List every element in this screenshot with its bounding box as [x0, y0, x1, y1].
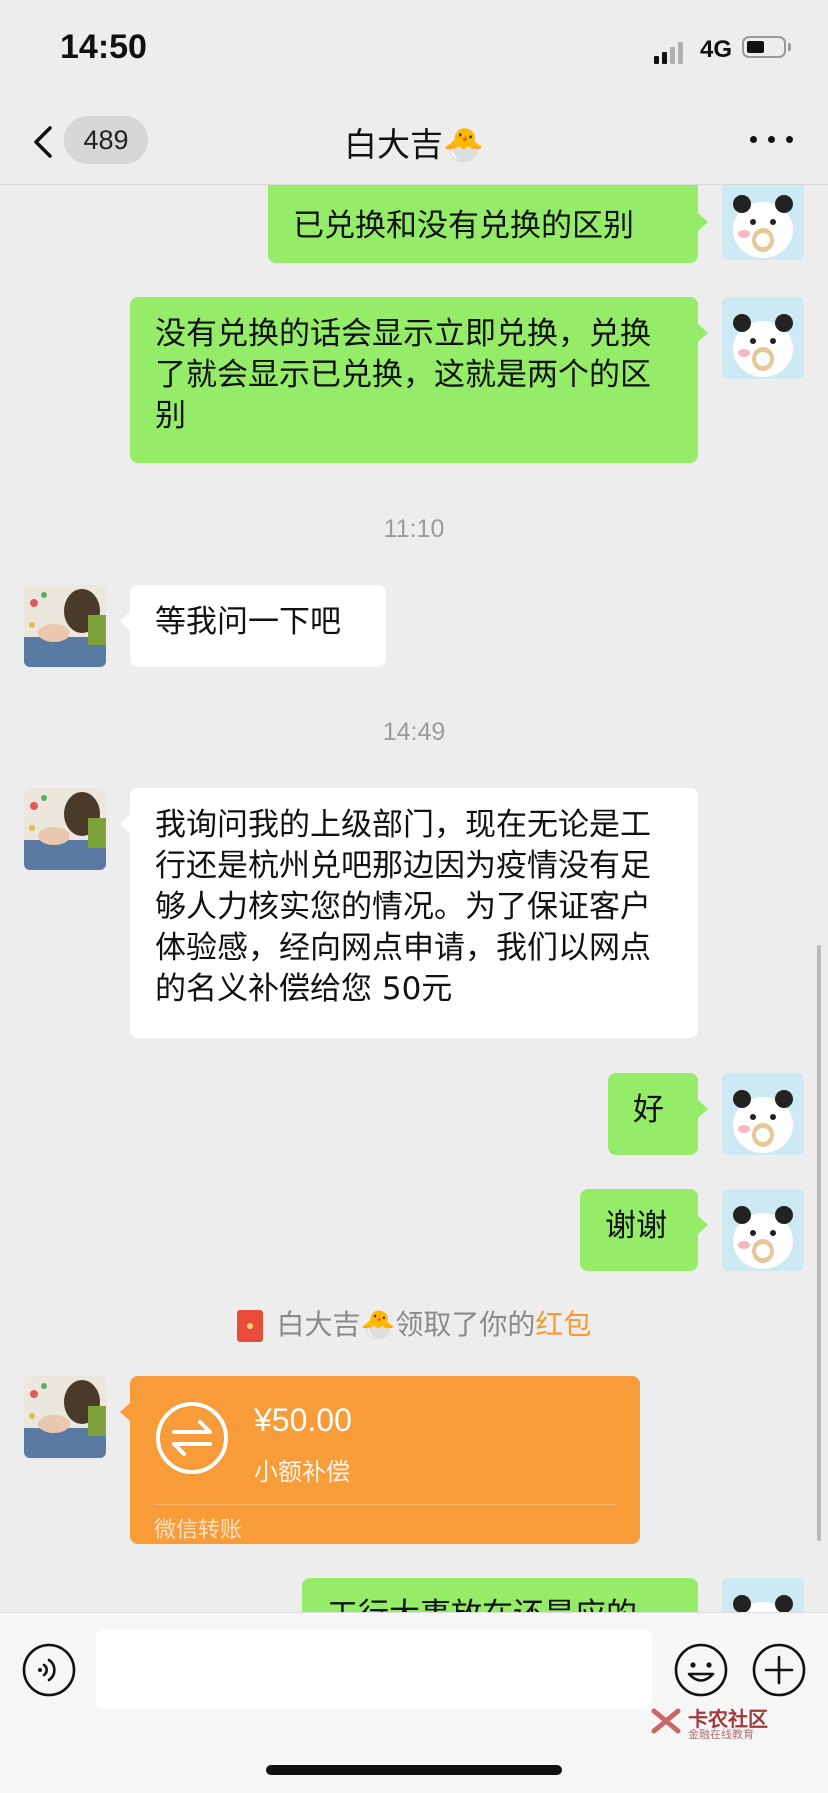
message-bubble[interactable]: 工行大事放在还是应的 [302, 1578, 698, 1612]
watermark: 卡农社区 金融在线教育 [648, 1703, 778, 1743]
timestamp: 11:10 [383, 515, 445, 543]
watermark-subtext: 金融在线教育 [688, 1728, 754, 1741]
transfer-type: 微信转账 [154, 1518, 243, 1543]
my-avatar[interactable] [722, 1578, 804, 1612]
chat-message-list[interactable]: 已兑换和没有兑换的区别 没有兑换的话会显示立即兑换，兑换了就会显示已兑换，这就是… [0, 185, 828, 1612]
status-bar: 14:50 4G [0, 0, 828, 100]
message-bubble[interactable]: 我询问我的上级部门，现在无论是工行还是杭州兑吧那边因为疫情没有足够人力核实您的情… [130, 788, 698, 1038]
timestamp: 14:49 [382, 718, 446, 746]
message-bubble[interactable]: 已兑换和没有兑换的区别 [268, 185, 698, 263]
my-avatar[interactable] [722, 1189, 804, 1271]
message-bubble[interactable]: 好 [608, 1073, 698, 1155]
system-notice-text: 白大吉🐣领取了你的 [276, 1308, 536, 1341]
unread-count-badge[interactable]: 489 [64, 116, 148, 164]
transfer-icon [156, 1402, 228, 1474]
contact-avatar[interactable] [24, 1376, 106, 1458]
divider [154, 1504, 616, 1505]
emoji-icon[interactable] [674, 1643, 728, 1697]
status-time: 14:50 [60, 28, 147, 66]
message-input[interactable] [96, 1629, 652, 1709]
red-packet-icon [236, 1310, 263, 1342]
signal-icon [654, 40, 688, 64]
more-icon[interactable] [750, 130, 794, 150]
message-bubble[interactable]: 没有兑换的话会显示立即兑换，兑换了就会显示已兑换，这就是两个的区别 [130, 297, 698, 463]
my-avatar[interactable] [722, 185, 804, 260]
my-avatar[interactable] [722, 1073, 804, 1155]
network-type: 4G [700, 36, 733, 63]
input-toolbar: 卡农社区 金融在线教育 [0, 1612, 828, 1793]
transfer-amount: ¥50.00 [254, 1402, 352, 1438]
watermark-logo-icon [651, 1708, 681, 1734]
plus-icon[interactable] [752, 1643, 806, 1697]
chat-header: 白大吉🐣 489 [0, 100, 828, 185]
contact-avatar[interactable] [24, 788, 106, 870]
scrollbar[interactable] [817, 945, 821, 1541]
transfer-card[interactable]: ¥50.00 小额补偿 微信转账 [130, 1376, 640, 1544]
home-indicator[interactable] [266, 1765, 562, 1775]
my-avatar[interactable] [722, 297, 804, 379]
voice-icon[interactable] [22, 1643, 76, 1697]
contact-avatar[interactable] [24, 585, 106, 667]
red-packet-link[interactable]: 红包 [535, 1308, 591, 1341]
transfer-note: 小额补偿 [254, 1458, 350, 1486]
battery-icon [742, 36, 791, 58]
message-bubble[interactable]: 等我问一下吧 [130, 585, 386, 667]
back-chevron-icon[interactable] [26, 120, 66, 164]
system-notice: 白大吉🐣领取了你的红包 [0, 1303, 828, 1343]
message-bubble[interactable]: 谢谢 [580, 1189, 698, 1271]
